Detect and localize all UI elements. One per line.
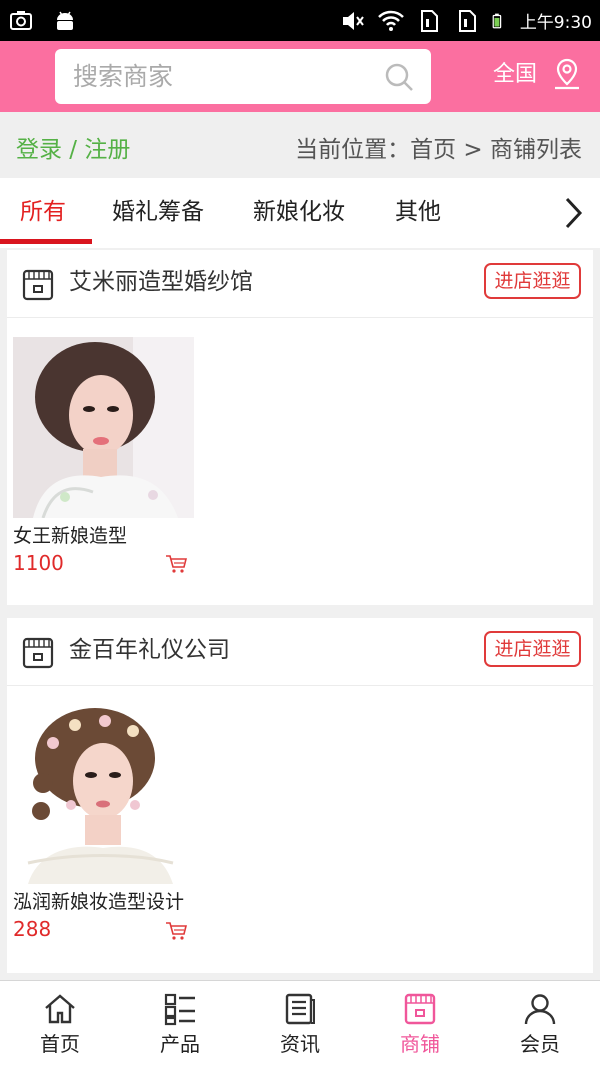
nav-member[interactable]: 会员 (480, 981, 600, 1067)
product-name[interactable]: 女王新娘造型 (13, 522, 194, 550)
wifi-icon (377, 10, 404, 31)
nav-label: 资讯 (280, 1032, 320, 1056)
nav-home[interactable]: 首页 (0, 981, 120, 1067)
sim-card-icon (458, 9, 476, 32)
user-icon (524, 994, 556, 1025)
store-card-header: 艾米丽造型婚纱馆 进店逛逛 (7, 250, 593, 318)
nav-label: 商铺 (400, 1032, 440, 1056)
nav-products[interactable]: 产品 (120, 981, 240, 1067)
store-name[interactable]: 金百年礼仪公司 (69, 618, 230, 682)
sim-card-icon (420, 9, 438, 32)
store-icon (404, 993, 436, 1025)
store-card-header: 金百年礼仪公司 进店逛逛 (7, 618, 593, 686)
login-register-link[interactable]: 登录 / 注册 (16, 112, 130, 188)
nav-news[interactable]: 资讯 (240, 981, 360, 1067)
news-icon (285, 993, 315, 1025)
cart-icon[interactable] (165, 554, 187, 574)
search-input[interactable]: 搜索商家 (55, 49, 431, 104)
store-icon (22, 269, 54, 301)
search-icon[interactable] (383, 61, 415, 93)
status-bar: 上午9:30 (0, 0, 600, 41)
product-image[interactable] (13, 337, 194, 518)
cart-icon[interactable] (165, 921, 187, 941)
mute-icon (342, 11, 364, 30)
category-tabs: 所有 婚礼筹备 新娘化妆 其他 (0, 178, 600, 248)
store-icon (22, 637, 54, 669)
breadcrumb: 当前位置：首页 > 商铺列表 (295, 137, 582, 163)
clock: 上午9:30 (519, 13, 592, 33)
nav-label: 会员 (520, 1032, 560, 1056)
breadcrumb-bar: 登录 / 注册 当前位置：首页 > 商铺列表 (0, 112, 600, 178)
product-item[interactable]: 女王新娘造型 1100 (13, 337, 194, 576)
battery-icon (492, 13, 502, 28)
store-card: 艾米丽造型婚纱馆 进店逛逛 女王新娘造型 1100 (7, 250, 593, 605)
tab-all[interactable]: 所有 (20, 178, 66, 246)
product-image[interactable] (13, 703, 194, 884)
visit-store-button[interactable]: 进店逛逛 (484, 631, 581, 667)
nav-label: 首页 (40, 1032, 80, 1056)
android-icon (57, 11, 73, 30)
location-pin-icon[interactable] (551, 57, 583, 91)
tab-bridal-makeup[interactable]: 新娘化妆 (253, 178, 345, 246)
active-tab-indicator (0, 239, 92, 244)
nav-stores[interactable]: 商铺 (360, 981, 480, 1067)
nav-label: 产品 (160, 1032, 200, 1056)
tab-wedding-prep[interactable]: 婚礼筹备 (112, 178, 204, 246)
tab-other[interactable]: 其他 (395, 178, 441, 246)
search-placeholder: 搜索商家 (73, 62, 174, 91)
home-icon (45, 994, 75, 1024)
chevron-right-icon[interactable] (558, 196, 588, 230)
visit-store-button[interactable]: 进店逛逛 (484, 263, 581, 299)
store-name[interactable]: 艾米丽造型婚纱馆 (69, 250, 253, 314)
bottom-nav: 首页 产品 资讯 商铺 会员 (0, 980, 600, 1067)
store-card: 金百年礼仪公司 进店逛逛 泓润新娘妆造型设计 288 (7, 618, 593, 973)
region-selector[interactable]: 全国 (493, 59, 537, 91)
header-bar: 搜索商家 全国 (0, 41, 600, 112)
product-name[interactable]: 泓润新娘妆造型设计 (13, 888, 194, 916)
grid-list-icon (164, 993, 195, 1026)
screenshot-icon (10, 10, 32, 30)
product-item[interactable]: 泓润新娘妆造型设计 288 (13, 703, 194, 942)
